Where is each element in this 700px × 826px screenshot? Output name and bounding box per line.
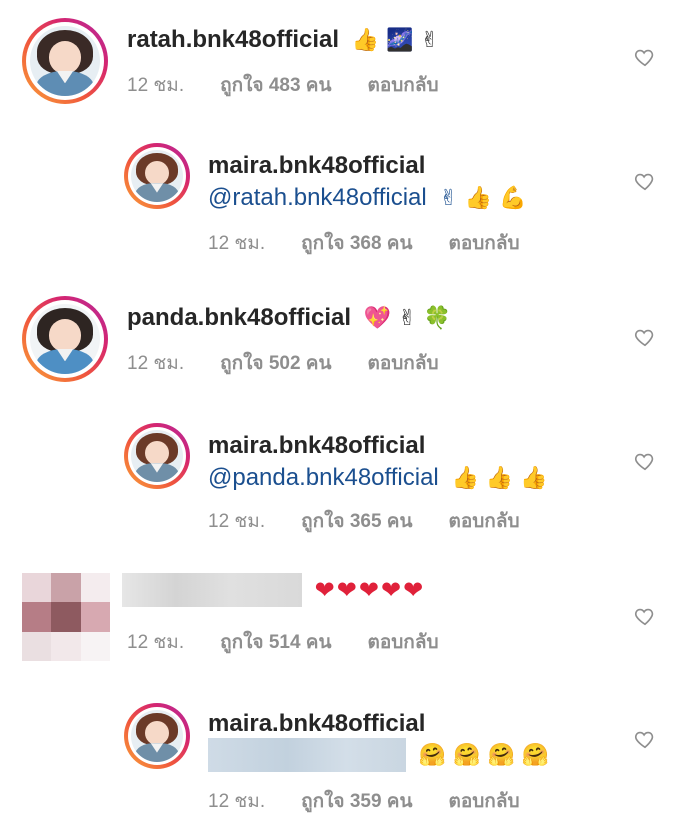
- reply-button[interactable]: ตอบกลับ: [368, 75, 439, 96]
- comment-meta: 12 ชม. ถูกใจ 514 คน ตอบกลับ: [127, 627, 475, 657]
- avatar[interactable]: [124, 423, 190, 489]
- likes-count[interactable]: ถูกใจ 359 คน: [301, 791, 412, 812]
- mention-link[interactable]: @ratah.bnk48official: [208, 184, 427, 211]
- heart-outline-icon[interactable]: [634, 450, 656, 472]
- reply-button[interactable]: ตอบกลับ: [449, 791, 520, 812]
- redacted-mention: [208, 738, 406, 772]
- heart-outline-icon[interactable]: [634, 728, 656, 750]
- comment-meta: 12 ชม. ถูกใจ 483 คน ตอบกลับ: [127, 70, 475, 100]
- comment-item: ratah.bnk48official 👍 🌌 ✌ 12 ชม. ถูกใจ 48…: [0, 0, 700, 120]
- likes-count[interactable]: ถูกใจ 502 คน: [220, 353, 331, 374]
- comment-emoji: 👍 🌌 ✌: [351, 28, 439, 54]
- comment-item: panda.bnk48official 💖 ✌ 🍀 12 ชม. ถูกใจ 50…: [0, 290, 700, 400]
- reply-button[interactable]: ตอบกลับ: [368, 353, 439, 374]
- comment-text: panda.bnk48official 💖 ✌ 🍀: [127, 304, 451, 332]
- comment-text: @panda.bnk48official 👍 👍 👍: [208, 464, 548, 492]
- redacted-username: [122, 573, 302, 607]
- comment-item: ❤❤❤❤❤ 12 ชม. ถูกใจ 514 คน ตอบกลับ: [0, 565, 700, 675]
- comment-time: 12 ชม.: [208, 233, 266, 254]
- username-link[interactable]: maira.bnk48official: [208, 152, 425, 179]
- comment-text: ❤❤❤❤❤: [122, 573, 425, 607]
- comment-meta: 12 ชม. ถูกใจ 359 คน ตอบกลับ: [208, 786, 556, 816]
- comment-emoji: ❤❤❤❤❤: [314, 576, 426, 604]
- comment-emoji: 💖 ✌ 🍀: [363, 306, 451, 332]
- comment-emoji: 🤗 🤗 🤗 🤗: [418, 742, 550, 768]
- likes-count[interactable]: ถูกใจ 365 คน: [301, 511, 412, 532]
- heart-outline-icon[interactable]: [634, 605, 656, 627]
- comment-username-line: maira.bnk48official: [208, 710, 425, 738]
- heart-outline-icon[interactable]: [634, 46, 656, 68]
- comment-time: 12 ชม.: [127, 75, 185, 96]
- likes-count[interactable]: ถูกใจ 514 คน: [220, 632, 331, 653]
- mention-link[interactable]: @panda.bnk48official: [208, 464, 439, 491]
- username-link[interactable]: maira.bnk48official: [208, 710, 425, 737]
- comment-text: @ratah.bnk48official ✌ 👍 💪: [208, 184, 527, 212]
- likes-count[interactable]: ถูกใจ 483 คน: [220, 75, 331, 96]
- avatar[interactable]: [124, 703, 190, 769]
- comment-time: 12 ชม.: [208, 791, 266, 812]
- reply-item: maira.bnk48official @ratah.bnk48official…: [0, 140, 700, 270]
- comment-emoji: 👍 👍 👍: [451, 466, 548, 492]
- comment-time: 12 ชม.: [208, 511, 266, 532]
- comment-time: 12 ชม.: [127, 353, 185, 374]
- likes-count[interactable]: ถูกใจ 368 คน: [301, 233, 412, 254]
- heart-outline-icon[interactable]: [634, 326, 656, 348]
- reply-item: maira.bnk48official 🤗 🤗 🤗 🤗 12 ชม. ถูกใจ …: [0, 700, 700, 826]
- avatar[interactable]: [22, 296, 108, 382]
- comment-username-line: maira.bnk48official: [208, 432, 425, 460]
- reply-item: maira.bnk48official @panda.bnk48official…: [0, 420, 700, 550]
- comment-text: 🤗 🤗 🤗 🤗: [208, 738, 549, 772]
- reply-button[interactable]: ตอบกลับ: [449, 511, 520, 532]
- username-link[interactable]: panda.bnk48official: [127, 304, 351, 331]
- heart-outline-icon[interactable]: [634, 170, 656, 192]
- username-link[interactable]: maira.bnk48official: [208, 432, 425, 459]
- avatar[interactable]: [22, 18, 108, 104]
- comment-meta: 12 ชม. ถูกใจ 502 คน ตอบกลับ: [127, 348, 475, 378]
- comment-meta: 12 ชม. ถูกใจ 368 คน ตอบกลับ: [208, 228, 556, 258]
- reply-button[interactable]: ตอบกลับ: [449, 233, 520, 254]
- comment-meta: 12 ชม. ถูกใจ 365 คน ตอบกลับ: [208, 506, 556, 536]
- avatar[interactable]: [124, 143, 190, 209]
- reply-button[interactable]: ตอบกลับ: [368, 632, 439, 653]
- comment-username-line: maira.bnk48official: [208, 152, 425, 180]
- comment-text: ratah.bnk48official 👍 🌌 ✌: [127, 26, 439, 54]
- username-link[interactable]: ratah.bnk48official: [127, 26, 339, 53]
- comment-emoji: ✌ 👍 💪: [439, 186, 527, 212]
- comment-time: 12 ชม.: [127, 632, 185, 653]
- avatar-pixelated[interactable]: [22, 573, 110, 661]
